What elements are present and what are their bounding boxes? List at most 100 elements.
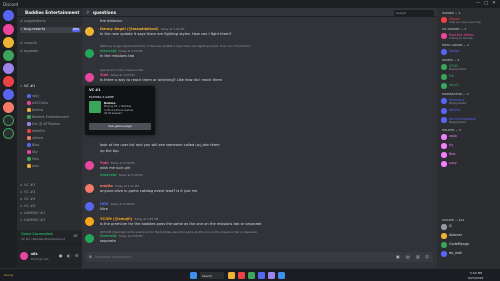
add-server-icon[interactable] bbox=[3, 115, 14, 126]
member[interactable]: rly bbox=[441, 143, 499, 149]
message-text: wish me luck girl bbox=[100, 166, 131, 170]
gear-icon[interactable]: ⚙ bbox=[75, 253, 79, 258]
voice-user[interactable]: Hatefful bbox=[27, 129, 45, 133]
voice-channel[interactable]: ◂ VC #1 bbox=[20, 84, 81, 90]
member[interactable]: CodeMango bbox=[441, 242, 499, 248]
channel-appeals[interactable]: #appeals bbox=[20, 49, 81, 55]
author[interactable]: emerald Today at 4:46 PM bbox=[100, 173, 143, 177]
voice-user[interactable]: #ACCfollo bbox=[27, 101, 48, 105]
member[interactable]: Keinna bbox=[441, 108, 499, 114]
server-icon[interactable] bbox=[3, 63, 14, 74]
avatar[interactable] bbox=[85, 73, 94, 82]
file-explorer-icon[interactable] bbox=[228, 272, 235, 279]
member[interactable]: Fib bbox=[441, 74, 499, 80]
weather-widget[interactable]: Sunny bbox=[4, 273, 13, 277]
server-icon[interactable] bbox=[3, 102, 14, 113]
author[interactable]: Yuki Today at 4:46 PM bbox=[100, 161, 134, 165]
member[interactable]: Mayan hope you have a good day bbox=[441, 17, 499, 24]
close-button[interactable]: ✕ bbox=[492, 1, 496, 6]
discord-icon[interactable] bbox=[258, 272, 265, 279]
server-icon[interactable] bbox=[3, 50, 14, 61]
channel-reports[interactable]: #reports bbox=[20, 41, 81, 47]
discover-icon[interactable] bbox=[3, 128, 14, 139]
member[interactable]: berrywinkabout Playing Roblox bbox=[441, 117, 499, 124]
add-attachment-icon[interactable]: ⊕ bbox=[89, 254, 92, 259]
avatar bbox=[27, 143, 31, 147]
author[interactable]: emerald Today at 4:50 PM bbox=[100, 234, 143, 238]
emoji-icon[interactable]: ☺ bbox=[425, 254, 429, 259]
member[interactable]: Bea bbox=[441, 152, 499, 158]
member[interactable]: Harmony Playing Roblox bbox=[441, 98, 499, 105]
voice-user[interactable]: Miru bbox=[27, 157, 39, 161]
voice-user[interactable]: Bliss bbox=[27, 143, 39, 147]
avatar[interactable] bbox=[85, 217, 94, 226]
app-icon[interactable] bbox=[248, 272, 255, 279]
avatar[interactable] bbox=[85, 49, 94, 58]
voice-channel[interactable]: ◂ VC #2 bbox=[20, 183, 81, 189]
voice-user[interactable]: Jenkins bbox=[27, 108, 43, 112]
date[interactable]: 6/25/2024 bbox=[468, 276, 483, 280]
member[interactable]: Baddies Admin Looking for bunnies bbox=[441, 33, 499, 40]
voice-user[interactable]: roxy bbox=[27, 94, 39, 98]
start-icon[interactable] bbox=[190, 272, 197, 279]
server-icon[interactable] bbox=[3, 37, 14, 48]
sticker-icon[interactable]: ▥ bbox=[416, 254, 420, 259]
member[interactable]: Abioner bbox=[441, 233, 499, 239]
search-input[interactable]: Search bbox=[394, 9, 434, 16]
voice-user[interactable]: Baddies Entertainment bbox=[27, 115, 69, 119]
gif-icon[interactable]: ▤ bbox=[406, 254, 410, 259]
server-icon[interactable] bbox=[3, 89, 14, 100]
server-icon[interactable] bbox=[3, 24, 14, 35]
avatar bbox=[441, 98, 447, 104]
member[interactable]: deroll bbox=[441, 83, 499, 89]
home-icon[interactable] bbox=[3, 10, 14, 21]
voice-channel[interactable]: ◂ VC #3 bbox=[20, 190, 81, 196]
author[interactable]: NRK Today at 4:48 PM bbox=[100, 202, 135, 206]
message-input[interactable]: ⊕ Message #questions ▣ ▤ ▥ ☺ bbox=[86, 252, 433, 262]
voice-user[interactable]: Sky bbox=[27, 150, 38, 154]
app-icon[interactable] bbox=[238, 272, 245, 279]
member[interactable]: xoxo bbox=[441, 134, 499, 140]
mic-icon[interactable]: ● bbox=[59, 253, 63, 258]
avatar[interactable] bbox=[85, 27, 94, 36]
reply-preview[interactable]: @emerald In the missions tab bbox=[100, 68, 143, 72]
avatar[interactable] bbox=[85, 161, 94, 170]
author[interactable]: Danny Angel (@zzzodiakkxd) Today at 4:44 … bbox=[100, 27, 184, 31]
author[interactable]: Yuki Today at 4:45 PM bbox=[100, 73, 134, 77]
avatar[interactable] bbox=[85, 184, 94, 193]
taskbar-search[interactable]: Search bbox=[200, 272, 224, 279]
app-icon[interactable] bbox=[268, 272, 275, 279]
avatar[interactable] bbox=[20, 252, 28, 260]
see-game-page-button[interactable]: See game page bbox=[89, 123, 151, 130]
author[interactable]: YCOM (@emojii) Today at 4:49 PM bbox=[100, 217, 158, 221]
reply-preview[interactable]: @Danny Angel (@zzzodiakkxd) In the new u… bbox=[100, 44, 251, 48]
voice-user[interactable]: xUmmi bbox=[27, 136, 43, 140]
avatar[interactable] bbox=[85, 202, 94, 211]
disconnect-icon[interactable]: ☏ bbox=[73, 233, 78, 238]
server-icon[interactable] bbox=[3, 76, 14, 87]
clock[interactable]: 5:00 PM bbox=[470, 271, 482, 275]
author[interactable]: emerald Today at 4:45 PM bbox=[100, 49, 143, 53]
member[interactable]: dodge bbox=[441, 49, 499, 55]
voice-channel[interactable]: ◂ GAMING #1 bbox=[20, 211, 81, 217]
gift-icon[interactable]: ▣ bbox=[396, 254, 400, 259]
voice-user[interactable]: Emi @ #??Roblox bbox=[27, 122, 60, 126]
voice-channel[interactable]: ◂ VC #4 bbox=[20, 197, 81, 203]
member[interactable]: uzzy bbox=[441, 161, 499, 167]
member[interactable]: do_mail bbox=[441, 251, 499, 257]
app-title: Discord bbox=[3, 1, 19, 7]
channel-bug-reports[interactable]: #bug-reports NEW bbox=[20, 27, 81, 33]
voice-user[interactable]: amir bbox=[27, 164, 39, 168]
member[interactable]: D bbox=[441, 224, 499, 230]
headphones-icon[interactable]: ◐ bbox=[67, 253, 71, 258]
minimize-button[interactable]: — bbox=[476, 1, 481, 6]
voice-channel[interactable]: ◂ GAMING #2 bbox=[20, 218, 81, 224]
channel-suggestions[interactable]: #suggestions bbox=[20, 19, 81, 25]
voice-channel[interactable]: ◂ VC #5 bbox=[20, 204, 81, 210]
server-header[interactable]: Baddies Entertainment bbox=[17, 8, 82, 17]
app-icon[interactable] bbox=[278, 272, 285, 279]
member[interactable]: ATNO Playing Roblox bbox=[441, 64, 499, 71]
maximize-button[interactable]: □ bbox=[484, 1, 488, 6]
avatar[interactable] bbox=[85, 234, 94, 243]
author[interactable]: mojito Today at 4:47 PM bbox=[100, 184, 139, 188]
